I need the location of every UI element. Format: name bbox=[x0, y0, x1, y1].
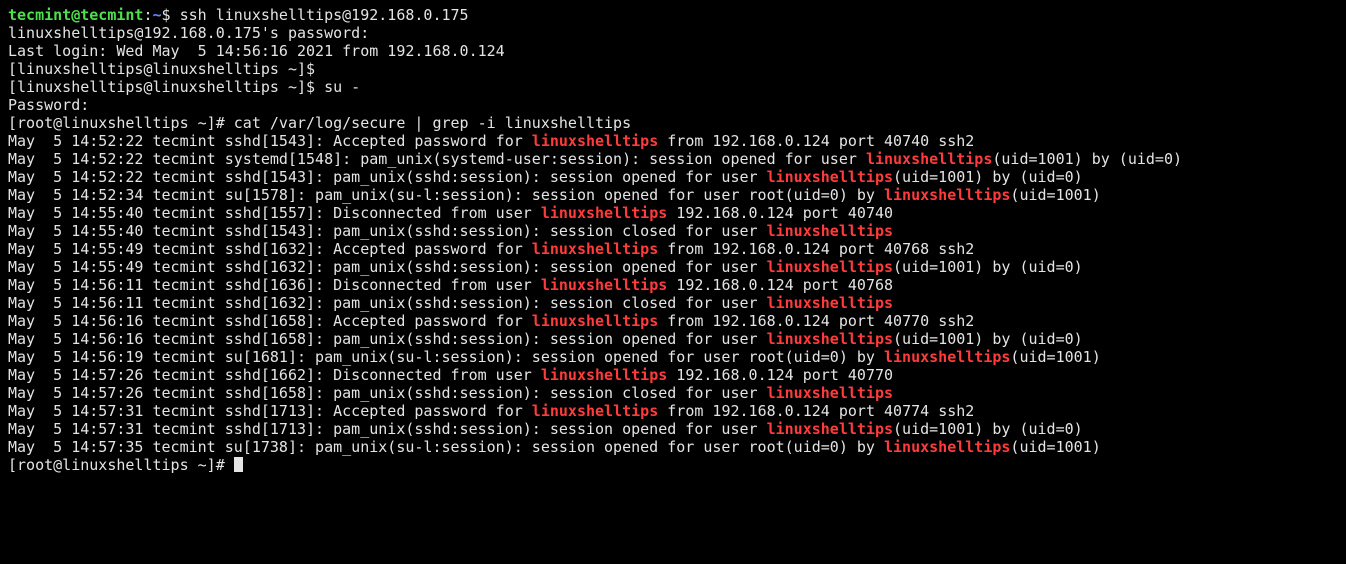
log-line: May 5 14:56:11 tecmint sshd[1632]: pam_u… bbox=[8, 294, 893, 312]
grep-match: linuxshelltips bbox=[767, 330, 893, 348]
grep-match: linuxshelltips bbox=[767, 384, 893, 402]
grep-match: linuxshelltips bbox=[532, 402, 658, 420]
grep-match: linuxshelltips bbox=[767, 168, 893, 186]
log-line: May 5 14:56:19 tecmint su[1681]: pam_uni… bbox=[8, 348, 1101, 366]
grep-match: linuxshelltips bbox=[767, 222, 893, 240]
log-line: May 5 14:57:26 tecmint sshd[1658]: pam_u… bbox=[8, 384, 893, 402]
grep-match: linuxshelltips bbox=[884, 186, 1010, 204]
password-prompt-1: linuxshelltips@192.168.0.175's password: bbox=[8, 24, 369, 42]
root-grep-command: [root@linuxshelltips ~]# cat /var/log/se… bbox=[8, 114, 631, 132]
log-line: May 5 14:55:40 tecmint sshd[1557]: Disco… bbox=[8, 204, 893, 222]
log-line: May 5 14:57:26 tecmint sshd[1662]: Disco… bbox=[8, 366, 893, 384]
grep-match: linuxshelltips bbox=[532, 312, 658, 330]
lst-prompt-1: [linuxshelltips@linuxshelltips ~]$ bbox=[8, 60, 315, 78]
grep-match: linuxshelltips bbox=[532, 240, 658, 258]
grep-match: linuxshelltips bbox=[884, 348, 1010, 366]
log-line: May 5 14:55:40 tecmint sshd[1543]: pam_u… bbox=[8, 222, 893, 240]
grep-match: linuxshelltips bbox=[767, 258, 893, 276]
grep-match: linuxshelltips bbox=[884, 438, 1010, 456]
grep-match: linuxshelltips bbox=[767, 294, 893, 312]
log-line: May 5 14:52:22 tecmint sshd[1543]: pam_u… bbox=[8, 168, 1083, 186]
log-line: May 5 14:56:16 tecmint sshd[1658]: pam_u… bbox=[8, 330, 1083, 348]
password-prompt-2: Password: bbox=[8, 96, 89, 114]
ssh-command: $ ssh linuxshelltips@192.168.0.175 bbox=[162, 6, 469, 24]
log-line: May 5 14:56:16 tecmint sshd[1658]: Accep… bbox=[8, 312, 974, 330]
log-line: May 5 14:57:35 tecmint su[1738]: pam_uni… bbox=[8, 438, 1101, 456]
terminal-output[interactable]: tecmint@tecmint:~$ ssh linuxshelltips@19… bbox=[0, 0, 1346, 480]
cursor-icon bbox=[234, 457, 243, 472]
log-line: May 5 14:57:31 tecmint sshd[1713]: pam_u… bbox=[8, 420, 1083, 438]
prompt-user: tecmint@tecmint bbox=[8, 6, 143, 24]
log-line: May 5 14:55:49 tecmint sshd[1632]: Accep… bbox=[8, 240, 974, 258]
log-line: May 5 14:52:34 tecmint su[1578]: pam_uni… bbox=[8, 186, 1101, 204]
grep-match: linuxshelltips bbox=[767, 420, 893, 438]
log-line: May 5 14:55:49 tecmint sshd[1632]: pam_u… bbox=[8, 258, 1083, 276]
grep-match: linuxshelltips bbox=[541, 366, 667, 384]
lst-prompt-su: [linuxshelltips@linuxshelltips ~]$ su - bbox=[8, 78, 360, 96]
last-login: Last login: Wed May 5 14:56:16 2021 from… bbox=[8, 42, 505, 60]
grep-match: linuxshelltips bbox=[866, 150, 992, 168]
root-idle-prompt: [root@linuxshelltips ~]# bbox=[8, 456, 234, 474]
log-line: May 5 14:56:11 tecmint sshd[1636]: Disco… bbox=[8, 276, 893, 294]
grep-match: linuxshelltips bbox=[541, 204, 667, 222]
grep-match: linuxshelltips bbox=[532, 132, 658, 150]
log-line: May 5 14:52:22 tecmint sshd[1543]: Accep… bbox=[8, 132, 974, 150]
log-line: May 5 14:57:31 tecmint sshd[1713]: Accep… bbox=[8, 402, 974, 420]
grep-match: linuxshelltips bbox=[541, 276, 667, 294]
prompt-sep: : bbox=[143, 6, 152, 24]
prompt-path: ~ bbox=[153, 6, 162, 24]
log-line: May 5 14:52:22 tecmint systemd[1548]: pa… bbox=[8, 150, 1182, 168]
